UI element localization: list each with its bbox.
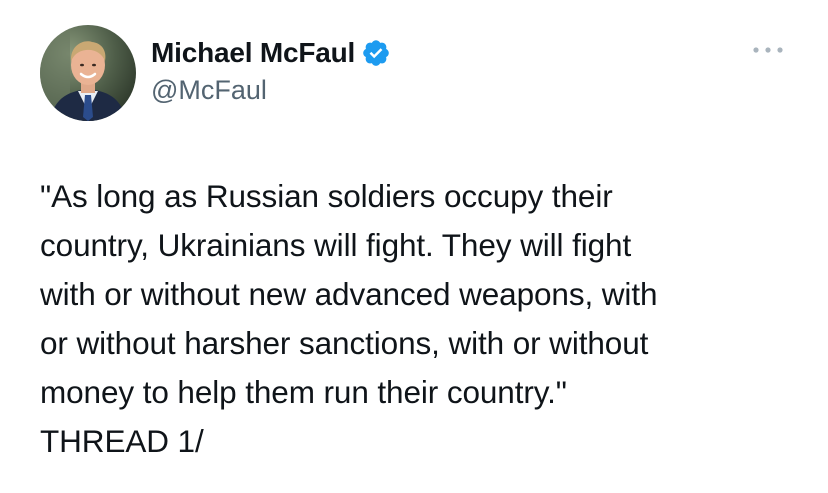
name-row: Michael McFaul [151,34,391,72]
tweet-text: "As long as Russian soldiers occupy thei… [40,172,800,466]
author-handle[interactable]: @McFaul [151,75,391,106]
tweet-text-line: country, Ukrainians will fight. They wil… [40,227,632,263]
tweet-text-line: or without harsher sanctions, with or wi… [40,325,649,361]
avatar[interactable] [40,25,136,121]
author-block: Michael McFaul @McFaul [151,34,391,106]
profile-photo-icon [40,25,136,121]
more-options-icon [753,47,783,53]
tweet-text-line: money to help them run their country." [40,374,567,410]
tweet-text-line: THREAD 1/ [40,423,204,459]
tweet-text-line: with or without new advanced weapons, wi… [40,276,658,312]
verified-badge-icon [361,38,391,68]
tweet-text-line: "As long as Russian soldiers occupy thei… [40,178,613,214]
tweet-card: Michael McFaul @McFaul "As long as Russi… [0,0,828,493]
author-display-name[interactable]: Michael McFaul [151,37,355,69]
more-options-button[interactable] [748,38,788,62]
